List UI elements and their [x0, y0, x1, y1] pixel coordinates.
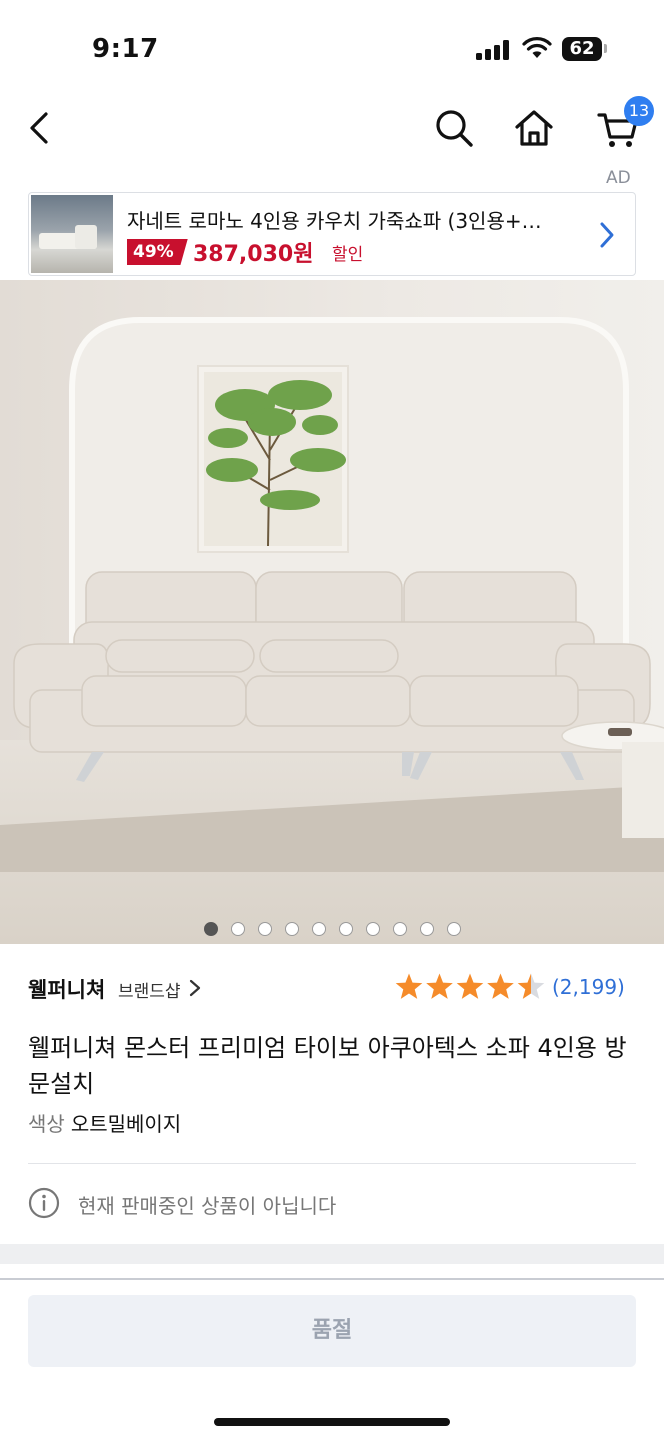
search-icon[interactable] [432, 106, 476, 150]
home-indicator [214, 1418, 450, 1426]
gallery-dot[interactable] [204, 922, 218, 936]
ad-price: 387,030원 [193, 242, 314, 267]
info-icon [28, 1187, 60, 1219]
product-photo [0, 280, 664, 944]
back-arrow-icon[interactable] [18, 106, 62, 150]
star-icon [456, 973, 484, 999]
gallery-dot[interactable] [312, 922, 326, 936]
option-value: 오트밀베이지 [70, 1112, 182, 1136]
ad-label: AD [606, 168, 631, 188]
ad-product-image [31, 195, 113, 273]
gallery-dot[interactable] [258, 922, 272, 936]
divider [28, 1163, 636, 1164]
soldout-button[interactable]: 품절 [28, 1295, 636, 1367]
ad-price-suffix: 할인 [332, 245, 364, 265]
gallery-dot[interactable] [420, 922, 434, 936]
gallery-dot[interactable] [285, 922, 299, 936]
review-count-link[interactable]: (2,199) [552, 975, 625, 999]
star-icon [426, 973, 453, 999]
ad-banner[interactable]: 자네트 로마노 4인용 카우치 가죽쇼파 (3인용+… 49% 387,030원… [28, 192, 636, 276]
gallery-pagination [0, 922, 664, 940]
status-time: 9:17 [92, 34, 159, 64]
star-icon [487, 973, 514, 999]
cart-count-badge[interactable]: 13 [624, 96, 654, 126]
star-icon [395, 973, 423, 999]
top-nav-bar [0, 96, 664, 164]
notice-text: 현재 판매중인 상품이 아닙니다 [78, 1194, 337, 1218]
product-title: 웰퍼니쳐 몬스터 프리미엄 타이보 아쿠아텍스 소파 4인용 방문설치 [28, 1034, 627, 1098]
rating-stars[interactable] [394, 972, 546, 1002]
ad-product-title: 자네트 로마노 4인용 카우치 가죽쇼파 (3인용+… [127, 209, 542, 233]
gallery-dot[interactable] [447, 922, 461, 936]
option-label: 색상 [28, 1112, 65, 1136]
bottom-bar-border [0, 1278, 664, 1280]
wifi-icon [522, 37, 552, 58]
battery-tip [604, 44, 607, 53]
chevron-right-icon [600, 222, 614, 248]
brand-name[interactable]: 웰퍼니쳐 [28, 974, 105, 1004]
brand-shop-link[interactable]: 브랜드샵 [118, 977, 181, 1002]
cellular-signal-icon [476, 40, 510, 60]
gallery-dot[interactable] [366, 922, 380, 936]
ad-discount-badge: 49% [127, 239, 188, 265]
battery-icon: 62 [562, 37, 602, 61]
star-icon [517, 973, 545, 999]
gallery-dot[interactable] [339, 922, 353, 936]
product-image-gallery[interactable] [0, 280, 664, 944]
home-icon[interactable] [512, 106, 556, 150]
chevron-right-icon[interactable] [188, 978, 202, 998]
gallery-dot[interactable] [231, 922, 245, 936]
status-bar: 9:17 62 [0, 0, 664, 96]
product-option: 색상 오트밀베이지 [28, 1108, 181, 1137]
section-separator [0, 1244, 664, 1264]
gallery-dot[interactable] [393, 922, 407, 936]
